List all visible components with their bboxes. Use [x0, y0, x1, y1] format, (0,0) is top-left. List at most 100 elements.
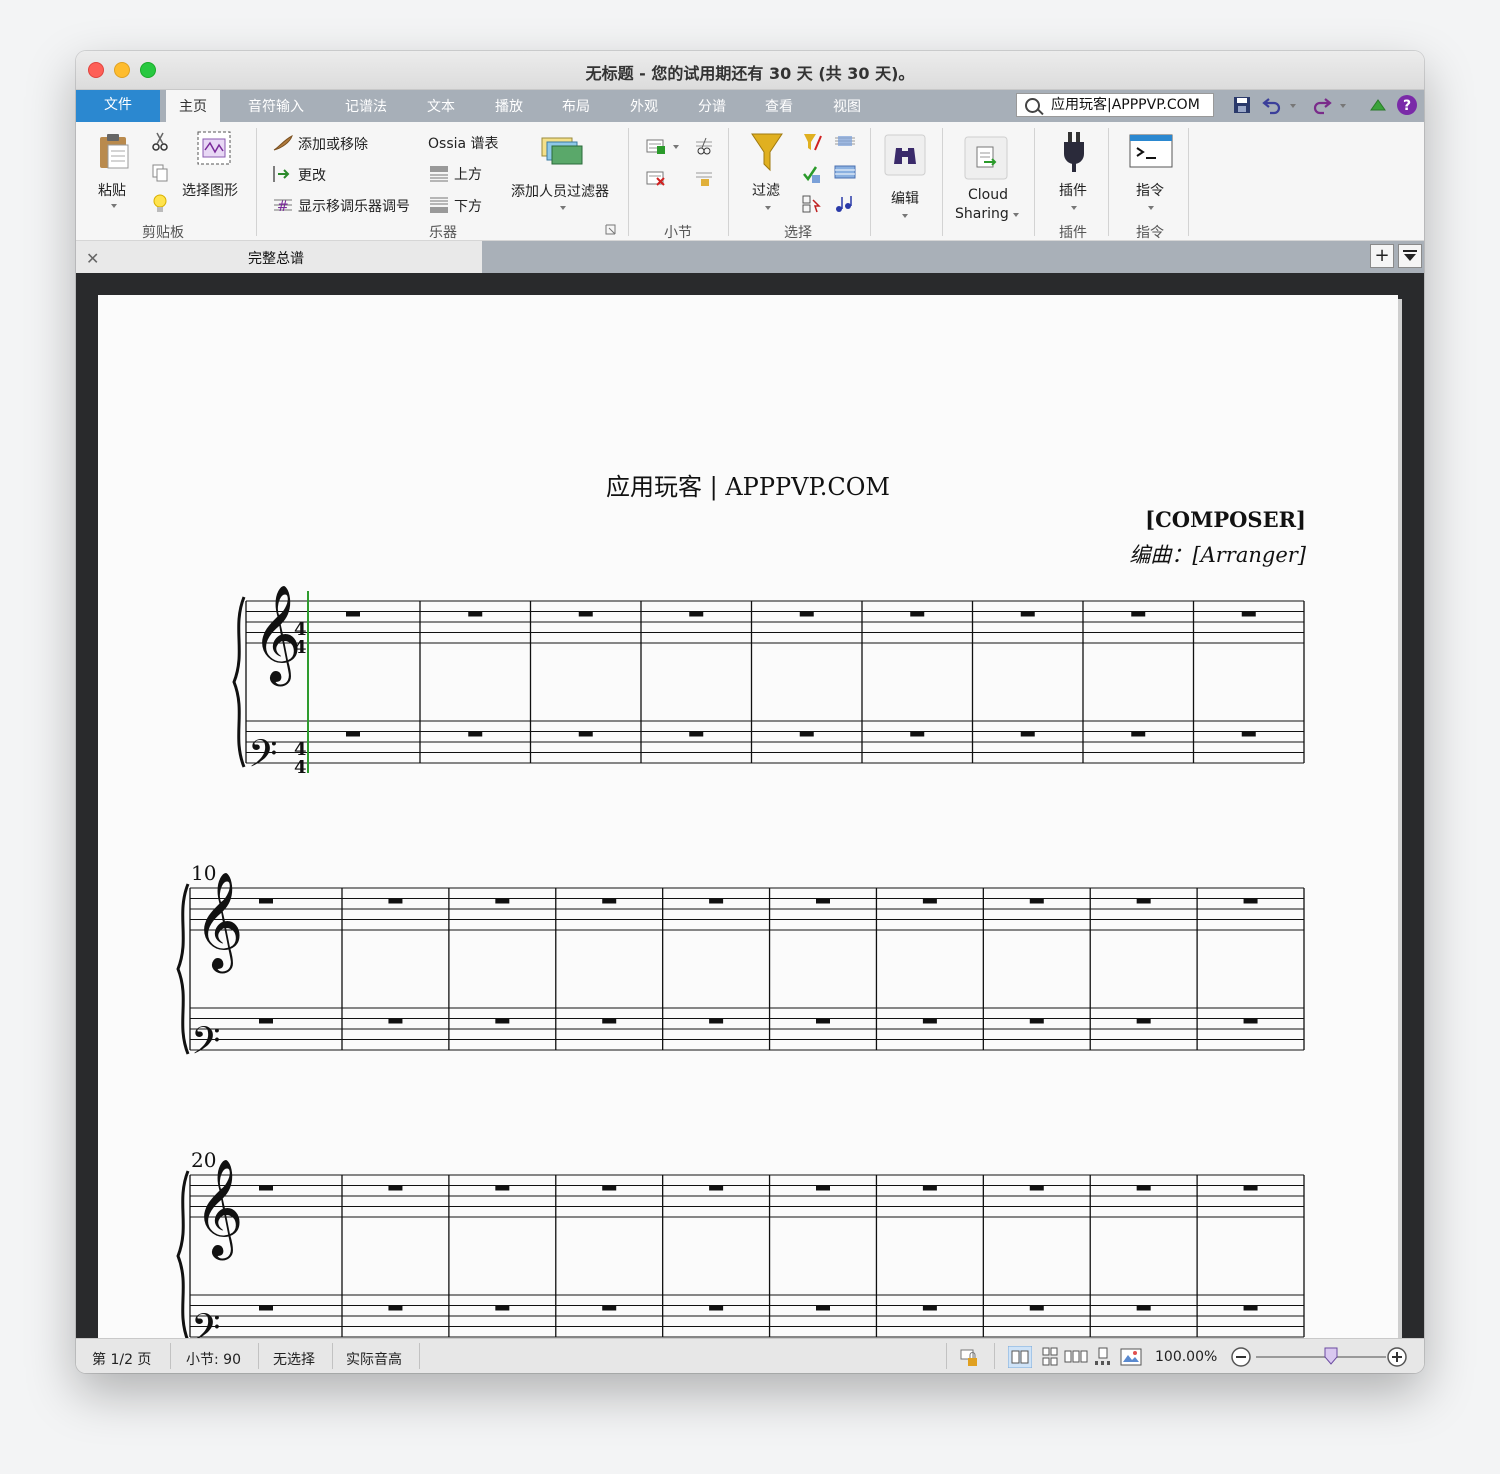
cloud-sharing-icon[interactable] — [964, 136, 1008, 180]
plugin-plug-icon[interactable] — [1062, 130, 1086, 174]
filter-icon[interactable] — [750, 132, 784, 172]
split-bar-icon[interactable] — [694, 136, 714, 156]
select-graphic-icon[interactable] — [196, 130, 232, 166]
status-bar-number[interactable]: 小节: 90 — [186, 1349, 241, 1369]
copy-icon[interactable] — [152, 164, 168, 182]
add-player-filter-button[interactable]: 添加人员过滤器 — [511, 181, 609, 201]
whole-rest — [910, 611, 925, 617]
score-canvas[interactable]: 应用玩客 | APPPVP.COM [COMPOSER] 编曲：[Arrange… — [76, 273, 1424, 1373]
cut-icon[interactable] — [152, 132, 168, 152]
whole-rest — [1029, 1305, 1044, 1311]
tab-layout[interactable]: 布局 — [551, 90, 601, 122]
ossia-staff-label: Ossia 谱表 — [428, 136, 499, 152]
tab-home[interactable]: 主页 — [166, 90, 220, 122]
tab-menu-icon — [1403, 250, 1417, 261]
transposing-key-button[interactable]: 显示移调乐器调号 — [298, 196, 410, 216]
search-input[interactable]: 应用玩客|APPPVP.COM — [1016, 93, 1214, 117]
tab-appearance[interactable]: 外观 — [619, 90, 669, 122]
add-remove-instrument-button[interactable]: 添加或移除 — [298, 134, 368, 154]
horizontal-pages-icon[interactable] — [1064, 1348, 1088, 1366]
zoom-slider-thumb[interactable] — [1324, 1347, 1338, 1365]
command-button[interactable]: 指令 — [1136, 180, 1164, 200]
edit-dropdown-icon[interactable] — [902, 214, 908, 218]
whole-rest — [1243, 1185, 1258, 1191]
zoom-in-icon[interactable] — [1386, 1346, 1408, 1368]
paste-button[interactable]: 粘贴 — [98, 180, 126, 200]
page-view-icon[interactable] — [1008, 1346, 1032, 1368]
tab-note-input[interactable]: 音符输入 — [236, 90, 316, 122]
brace — [176, 883, 190, 1055]
select-graphic-button[interactable]: 选择图形 — [182, 180, 238, 200]
insert-bar-icon[interactable] — [646, 138, 666, 154]
edit-button[interactable]: 编辑 — [891, 188, 919, 208]
single-page-icon[interactable] — [1094, 1347, 1112, 1367]
binoculars-icon[interactable] — [884, 134, 926, 176]
zoom-out-icon[interactable] — [1230, 1346, 1252, 1368]
select-bar-icon[interactable] — [834, 134, 856, 148]
tab-play[interactable]: 播放 — [484, 90, 534, 122]
plugins-dropdown-icon[interactable] — [1071, 206, 1077, 210]
select-more-icon[interactable] — [802, 194, 822, 214]
tab-notations[interactable]: 记谱法 — [334, 90, 398, 122]
whole-rest — [689, 731, 704, 737]
panorama-icon[interactable] — [1120, 1347, 1142, 1367]
transposing-key-icon[interactable]: # — [272, 195, 294, 215]
filter-button[interactable]: 过滤 — [752, 180, 780, 200]
lock-icon[interactable] — [960, 1349, 978, 1367]
join-bars-icon[interactable] — [694, 168, 714, 188]
select-similar-icon[interactable] — [802, 164, 822, 184]
whole-rest — [816, 1185, 830, 1191]
redo-dropdown-icon[interactable] — [1340, 104, 1346, 108]
paste-dropdown-icon[interactable] — [111, 204, 117, 208]
filter-dropdown-icon[interactable] — [765, 206, 771, 210]
insert-bar-dropdown-icon[interactable] — [673, 145, 679, 149]
filter-options-icon[interactable] — [802, 132, 822, 152]
zoom-slider-track[interactable] — [1256, 1356, 1386, 1358]
status-page[interactable]: 第 1/2 页 — [92, 1349, 151, 1369]
document-tab[interactable]: ✕ 完整总谱 — [76, 241, 482, 273]
cloud-sharing-dropdown-icon[interactable] — [1013, 213, 1019, 217]
player-filter-dropdown-icon[interactable] — [560, 206, 566, 210]
whole-rest — [1131, 611, 1146, 617]
tab-text[interactable]: 文本 — [416, 90, 466, 122]
status-separator — [170, 1343, 171, 1369]
tab-file[interactable]: 文件 — [76, 90, 160, 122]
plugins-button[interactable]: 插件 — [1059, 180, 1087, 200]
ossia-above-icon[interactable] — [429, 165, 449, 183]
dialog-launcher-icon[interactable] — [605, 224, 616, 235]
undo-dropdown-icon[interactable] — [1290, 104, 1296, 108]
redo-icon[interactable] — [1312, 95, 1332, 115]
add-remove-instrument-icon[interactable] — [272, 134, 294, 152]
undo-icon[interactable] — [1262, 95, 1282, 115]
zoom-level-text[interactable]: 100.00% — [1155, 1349, 1217, 1365]
save-icon[interactable] — [1232, 95, 1252, 115]
cloud-sharing-line2[interactable]: Sharing — [955, 206, 1009, 222]
change-instrument-icon[interactable] — [272, 164, 294, 184]
ossia-below-icon[interactable] — [429, 196, 449, 214]
command-terminal-icon[interactable] — [1129, 134, 1173, 168]
new-tab-button[interactable]: + — [1370, 244, 1394, 268]
tab-menu-button[interactable] — [1398, 244, 1422, 268]
close-tab-icon[interactable]: ✕ — [86, 249, 99, 268]
score-staves[interactable] — [98, 295, 1398, 1373]
whole-rest — [388, 1305, 403, 1311]
tab-parts[interactable]: 分谱 — [687, 90, 737, 122]
select-notes-icon[interactable] — [834, 194, 854, 214]
vertical-pages-icon[interactable] — [1040, 1346, 1060, 1368]
collapse-ribbon-icon[interactable] — [1368, 95, 1388, 115]
paste-icon[interactable] — [98, 132, 130, 170]
tab-view[interactable]: 视图 — [822, 90, 872, 122]
delete-bar-icon[interactable] — [646, 170, 666, 186]
tab-review[interactable]: 查看 — [754, 90, 804, 122]
status-pitch[interactable]: 实际音高 — [346, 1349, 402, 1369]
lightbulb-icon[interactable] — [153, 194, 167, 214]
change-instrument-button[interactable]: 更改 — [298, 165, 326, 185]
ossia-above-button[interactable]: 上方 — [454, 164, 482, 184]
help-icon[interactable]: ? — [1396, 94, 1418, 116]
cloud-sharing-line1[interactable]: Cloud — [968, 187, 1008, 203]
player-filter-icon[interactable] — [540, 136, 584, 166]
command-dropdown-icon[interactable] — [1148, 206, 1154, 210]
score-page[interactable]: 应用玩客 | APPPVP.COM [COMPOSER] 编曲：[Arrange… — [98, 295, 1398, 1373]
ossia-below-button[interactable]: 下方 — [454, 196, 482, 216]
select-system-icon[interactable] — [834, 164, 856, 180]
